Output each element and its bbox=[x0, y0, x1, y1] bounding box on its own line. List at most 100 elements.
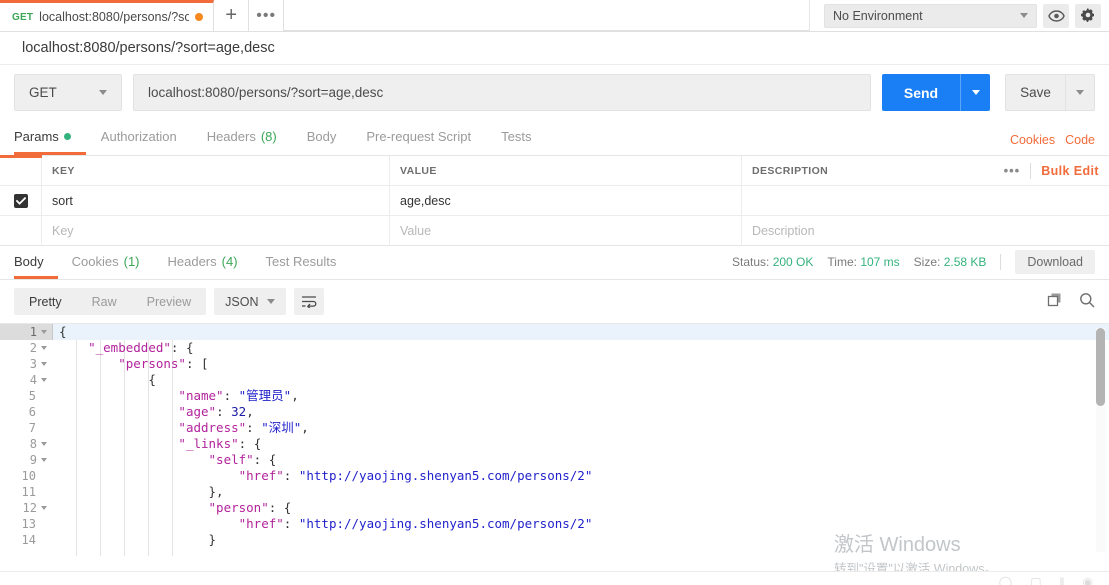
view-mode-pretty[interactable]: Pretty bbox=[14, 288, 77, 315]
param-description-input[interactable] bbox=[742, 186, 1109, 215]
response-body-tools bbox=[1047, 280, 1095, 323]
send-options-button[interactable] bbox=[960, 74, 990, 111]
response-tab-cookies[interactable]: Cookies (1) bbox=[58, 246, 154, 279]
response-body-editor[interactable]: 1{2 "_embedded": {3 "persons": [4 {5 "na… bbox=[0, 323, 1109, 556]
gear-icon bbox=[1081, 7, 1094, 22]
response-tab-test-results-label: Test Results bbox=[265, 253, 337, 269]
table-row-empty[interactable]: Key Value Description bbox=[0, 215, 1109, 245]
editor-line-number: 5 bbox=[28, 389, 36, 403]
editor-line: 12 "person": { bbox=[0, 500, 1109, 516]
tab-headers[interactable]: Headers (8) bbox=[192, 121, 292, 155]
tab-authorization-label: Authorization bbox=[100, 129, 177, 144]
response-tab-headers[interactable]: Headers (4) bbox=[154, 246, 252, 279]
editor-line: 2 "_embedded": { bbox=[0, 340, 1109, 356]
param-enabled-checkbox-cell bbox=[0, 186, 42, 215]
bulk-edit-link[interactable]: Bulk Edit bbox=[1041, 164, 1099, 178]
tab-tests[interactable]: Tests bbox=[486, 121, 546, 155]
editor-line-code: "href": "http://yaojing.shenyan5.com/per… bbox=[238, 516, 593, 531]
response-format-select[interactable]: JSON bbox=[214, 288, 287, 315]
editor-line-code: "persons": [ bbox=[118, 356, 209, 371]
search-button[interactable] bbox=[1079, 292, 1095, 311]
editor-line-code: "_links": { bbox=[178, 436, 262, 451]
tab-authorization[interactable]: Authorization bbox=[86, 121, 192, 155]
request-tab-active[interactable]: GET localhost:8080/persons/?sort=ag bbox=[0, 0, 215, 31]
new-tab-button[interactable]: + bbox=[214, 0, 250, 31]
postman-window: GET localhost:8080/persons/?sort=ag + ••… bbox=[0, 0, 1109, 585]
send-button[interactable]: Send bbox=[882, 74, 960, 111]
environment-selected-label: No Environment bbox=[833, 8, 923, 23]
fold-caret-icon[interactable] bbox=[41, 378, 47, 382]
editor-line-number: 11 bbox=[21, 485, 36, 499]
settings-button[interactable] bbox=[1075, 3, 1101, 28]
editor-line-number: 2 bbox=[0, 340, 52, 356]
editor-line: 4 { bbox=[0, 372, 1109, 388]
editor-line-number: 3 bbox=[0, 356, 52, 372]
editor-line: 14 } bbox=[0, 532, 1109, 548]
response-tab-body[interactable]: Body bbox=[14, 246, 58, 279]
editor-line-number: 8 bbox=[0, 436, 52, 452]
param-key-input-empty[interactable]: Key bbox=[42, 216, 390, 245]
request-section-tabs: Params Authorization Headers (8) Body Pr… bbox=[0, 121, 1109, 156]
find-icon[interactable]: ◯ bbox=[999, 575, 1012, 585]
editor-line-code: { bbox=[148, 372, 156, 387]
param-description-input-empty[interactable]: Description bbox=[742, 216, 1109, 245]
params-header-tools: ••• Bulk Edit bbox=[1004, 156, 1099, 185]
code-link[interactable]: Code bbox=[1065, 133, 1095, 147]
tab-options-button[interactable]: ••• bbox=[249, 0, 285, 31]
params-header-value: VALUE bbox=[390, 156, 742, 185]
console-icon[interactable]: ‖ bbox=[1060, 575, 1065, 585]
param-value-input-empty[interactable]: Value bbox=[390, 216, 742, 245]
response-tab-test-results[interactable]: Test Results bbox=[252, 246, 351, 279]
save-options-button[interactable] bbox=[1065, 74, 1095, 111]
fold-caret-icon[interactable] bbox=[41, 506, 47, 510]
view-mode-raw[interactable]: Raw bbox=[77, 288, 132, 315]
editor-line-number: 12 bbox=[0, 500, 52, 516]
editor-line-code: } bbox=[208, 532, 217, 547]
word-wrap-button[interactable] bbox=[294, 288, 325, 315]
fold-caret-icon[interactable] bbox=[41, 442, 47, 446]
tab-body[interactable]: Body bbox=[292, 121, 352, 155]
param-value-input[interactable]: age,desc bbox=[390, 186, 742, 215]
copy-button[interactable] bbox=[1047, 292, 1063, 311]
view-mode-preview[interactable]: Preview bbox=[132, 288, 206, 315]
fold-caret-icon[interactable] bbox=[41, 346, 47, 350]
editor-scrollbar-thumb[interactable] bbox=[1096, 328, 1105, 406]
layout-icon[interactable]: ▢ bbox=[1030, 575, 1041, 585]
params-header-key: KEY bbox=[42, 156, 390, 185]
response-view-mode-group: Pretty Raw Preview bbox=[14, 288, 207, 315]
environment-select[interactable]: No Environment bbox=[824, 3, 1037, 28]
editor-line-code: "name": "管理员", bbox=[178, 388, 299, 403]
cookies-link[interactable]: Cookies bbox=[1010, 133, 1055, 147]
editor-line: 1{ bbox=[0, 324, 1109, 340]
chevron-down-icon bbox=[99, 90, 107, 95]
size-label: Size: bbox=[913, 255, 941, 269]
fold-caret-icon[interactable] bbox=[41, 330, 47, 334]
save-button[interactable]: Save bbox=[1005, 74, 1065, 111]
tab-pre-request-script[interactable]: Pre-request Script bbox=[351, 121, 486, 155]
fold-caret-icon[interactable] bbox=[41, 458, 47, 462]
status-bar-icons: ◯ ▢ ‖ ◉ bbox=[999, 575, 1093, 585]
table-row[interactable]: sort age,desc bbox=[0, 185, 1109, 215]
params-more-options-button[interactable]: ••• bbox=[1004, 163, 1021, 178]
status-bar: ◯ ▢ ‖ ◉ bbox=[0, 571, 1109, 585]
response-tab-body-label: Body bbox=[14, 253, 44, 269]
http-method-select[interactable]: GET bbox=[14, 74, 122, 111]
editor-scrollbar[interactable] bbox=[1096, 328, 1105, 552]
tab-params-label: Params bbox=[14, 129, 59, 144]
help-icon[interactable]: ◉ bbox=[1083, 575, 1093, 585]
url-input[interactable]: localhost:8080/persons/?sort=age,desc bbox=[133, 74, 871, 111]
editor-lines: 1{2 "_embedded": {3 "persons": [4 {5 "na… bbox=[0, 324, 1109, 548]
editor-line-code: "age": 32, bbox=[178, 404, 254, 419]
param-enabled-checkbox[interactable] bbox=[13, 193, 28, 208]
response-meta: Status: 200 OK Time: 107 ms Size: 2.58 K… bbox=[732, 245, 1095, 279]
editor-line-code: "self": { bbox=[208, 452, 277, 467]
request-tabs-links: Cookies Code bbox=[1010, 133, 1095, 147]
tab-params[interactable]: Params bbox=[14, 121, 86, 155]
environment-quick-look-button[interactable] bbox=[1043, 3, 1069, 28]
fold-caret-icon[interactable] bbox=[41, 362, 47, 366]
chevron-down-icon bbox=[1076, 90, 1084, 95]
param-key-input[interactable]: sort bbox=[42, 186, 390, 215]
download-button[interactable]: Download bbox=[1015, 250, 1095, 274]
check-icon bbox=[15, 196, 26, 205]
editor-line-number: 13 bbox=[21, 517, 36, 531]
